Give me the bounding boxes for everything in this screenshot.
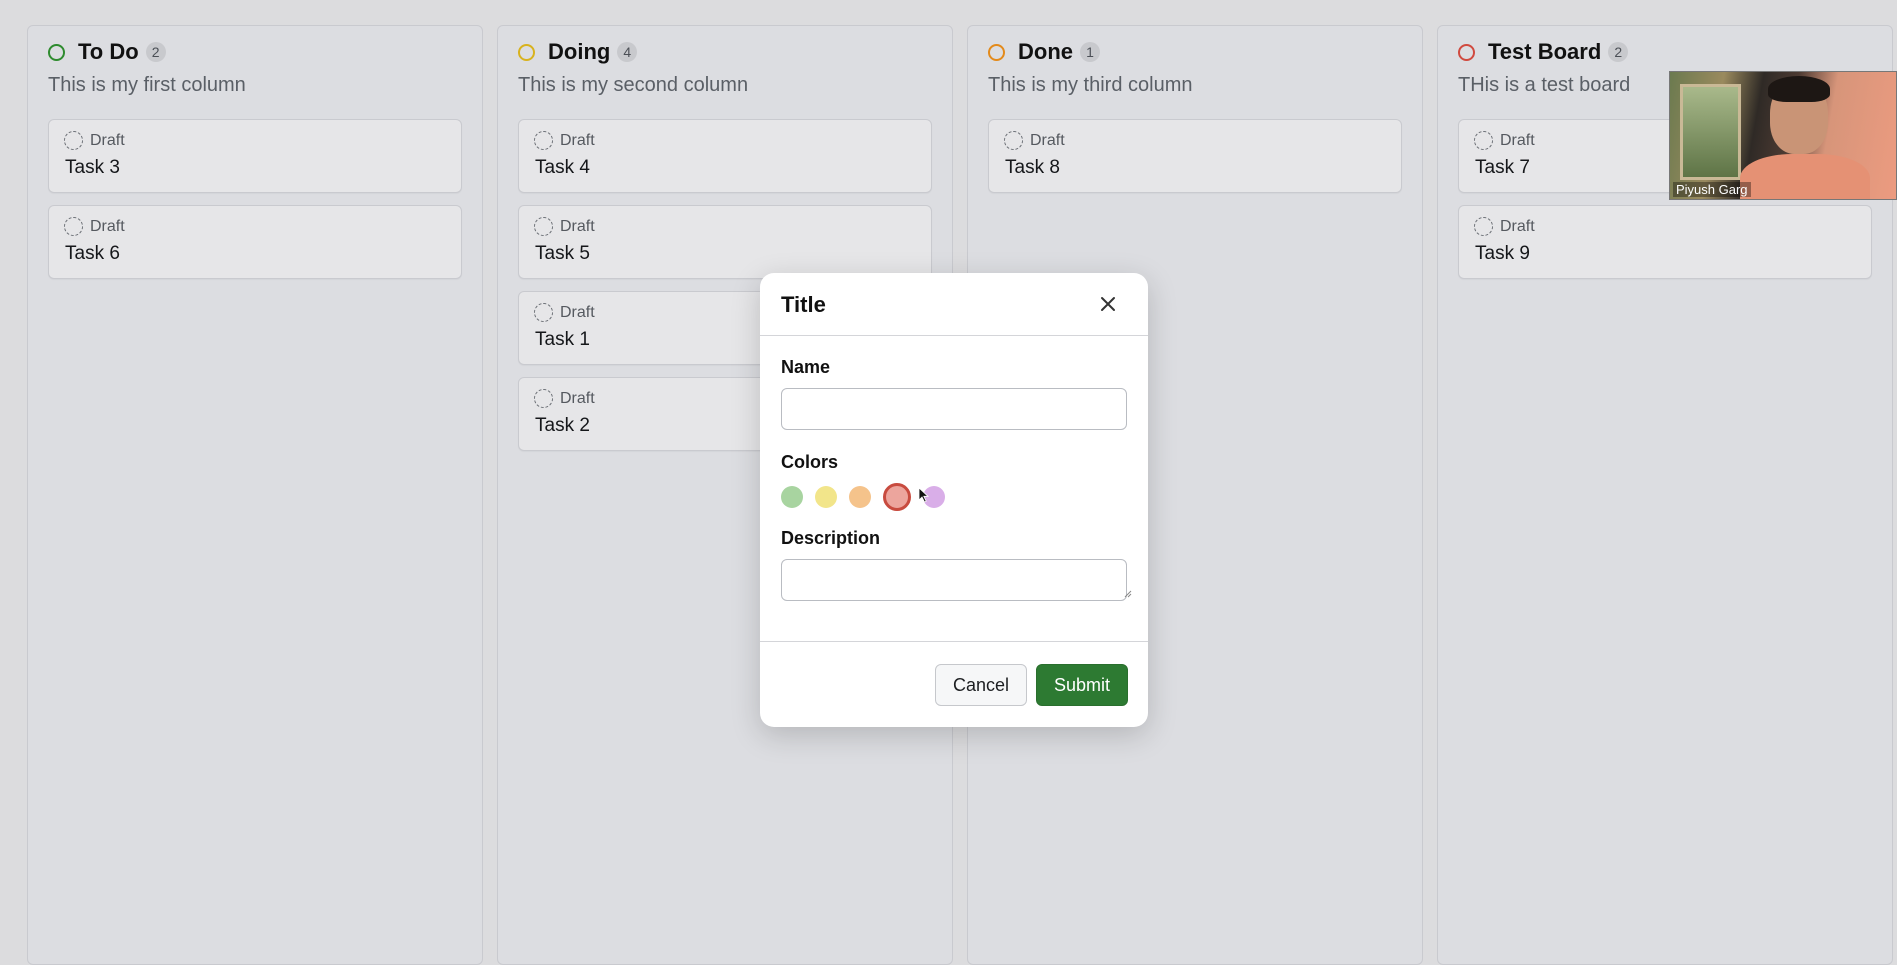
draft-status-icon [534, 303, 553, 322]
divider [760, 641, 1148, 642]
card-status-label: Draft [1030, 131, 1065, 149]
card-status-label: Draft [560, 389, 595, 407]
card-status: Draft [64, 131, 125, 150]
card-status-label: Draft [90, 131, 125, 149]
submit-button[interactable]: Submit [1036, 664, 1128, 706]
card-status-label: Draft [560, 217, 595, 235]
card-status: Draft [64, 217, 125, 236]
dialog-title: Title [781, 292, 826, 317]
column-description: This is my third column [988, 74, 1193, 96]
name-label: Name [781, 357, 831, 377]
column-title: Done [1018, 39, 1073, 64]
background-window [1680, 84, 1741, 180]
task-card[interactable]: Draft Task 6 [48, 205, 462, 279]
column-description: This is my second column [518, 74, 749, 96]
cancel-button[interactable]: Cancel [935, 664, 1027, 706]
status-circle-icon [1458, 43, 1475, 61]
color-swatch-orange[interactable] [849, 486, 871, 508]
column-header: To Do 2 [48, 39, 166, 65]
card-status: Draft [1004, 131, 1065, 150]
column-title: Doing [548, 39, 611, 64]
task-card[interactable]: Draft Task 4 [518, 119, 932, 193]
card-status: Draft [1474, 131, 1535, 150]
column-description: THis is a test board [1458, 74, 1631, 96]
name-input[interactable] [781, 388, 1127, 430]
column-header: Done 1 [988, 39, 1100, 65]
close-button[interactable] [1096, 292, 1120, 316]
card-status: Draft [1474, 217, 1535, 236]
color-picker [781, 483, 957, 511]
divider [760, 335, 1148, 336]
status-circle-icon [988, 43, 1005, 61]
create-column-dialog: Title Name Colors Description Cancel Sub… [760, 273, 1148, 727]
draft-status-icon [1004, 131, 1023, 150]
card-status-label: Draft [90, 217, 125, 235]
participant-body [1740, 154, 1870, 199]
draft-status-icon [534, 389, 553, 408]
card-title: Task 2 [535, 415, 590, 436]
video-call-overlay[interactable]: Piyush Garg [1669, 71, 1897, 200]
color-swatch-yellow[interactable] [815, 486, 837, 508]
column-description: This is my first column [48, 74, 246, 96]
description-label: Description [781, 528, 881, 548]
card-status-label: Draft [560, 131, 595, 149]
draft-status-icon [64, 131, 83, 150]
card-status: Draft [534, 131, 595, 150]
card-status-label: Draft [1500, 131, 1535, 149]
participant-name: Piyush Garg [1673, 182, 1751, 197]
card-title: Task 1 [535, 329, 590, 350]
description-textarea[interactable] [781, 559, 1127, 601]
card-title: Task 4 [535, 157, 590, 178]
resize-handle-icon[interactable] [1124, 590, 1132, 598]
column-count-badge: 2 [145, 42, 166, 62]
task-card[interactable]: Draft Task 5 [518, 205, 932, 279]
column-count-badge: 2 [1608, 42, 1629, 62]
participant-hair [1768, 76, 1830, 102]
draft-status-icon [64, 217, 83, 236]
card-status-label: Draft [1500, 217, 1535, 235]
card-status-label: Draft [560, 303, 595, 321]
column-title: To Do [78, 39, 139, 64]
card-title: Task 6 [65, 243, 120, 264]
column-to-do: To Do 2 This is my first column Draft Ta… [27, 25, 483, 965]
draft-status-icon [1474, 217, 1493, 236]
task-card[interactable]: Draft Task 3 [48, 119, 462, 193]
card-status: Draft [534, 303, 595, 322]
column-count-badge: 1 [1080, 42, 1100, 62]
card-status: Draft [534, 217, 595, 236]
status-circle-icon [48, 43, 65, 61]
task-card[interactable]: Draft Task 9 [1458, 205, 1872, 279]
column-count-badge: 4 [617, 42, 638, 62]
draft-status-icon [1474, 131, 1493, 150]
color-swatch-green[interactable] [781, 486, 803, 508]
column-header: Doing 4 [518, 39, 638, 65]
card-status: Draft [534, 389, 595, 408]
task-card[interactable]: Draft Task 8 [988, 119, 1402, 193]
card-title: Task 3 [65, 157, 120, 178]
status-circle-icon [518, 43, 535, 61]
card-title: Task 9 [1475, 243, 1530, 264]
draft-status-icon [534, 131, 553, 150]
column-title: Test Board [1488, 39, 1602, 64]
card-title: Task 8 [1005, 157, 1060, 178]
column-header: Test Board 2 [1458, 39, 1629, 65]
card-title: Task 7 [1475, 157, 1530, 178]
mouse-cursor-icon [918, 487, 930, 503]
card-title: Task 5 [535, 243, 590, 264]
draft-status-icon [534, 217, 553, 236]
colors-label: Colors [781, 452, 839, 472]
color-swatch-red-selected[interactable] [883, 483, 911, 511]
close-icon [1101, 297, 1115, 311]
